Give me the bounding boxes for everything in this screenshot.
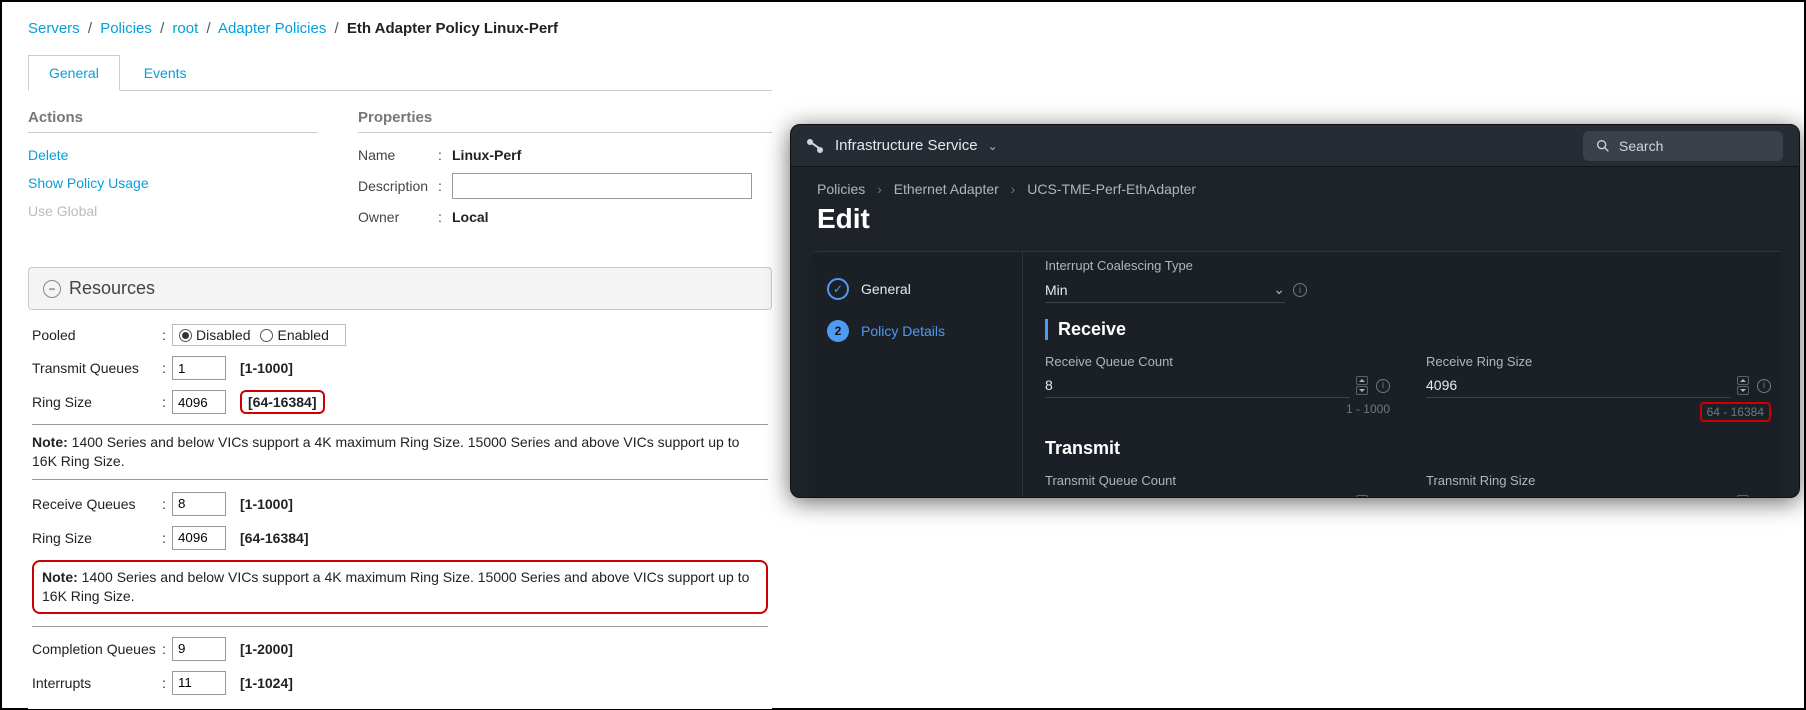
ict-select[interactable]: Min ⌄: [1045, 277, 1285, 303]
tab-events[interactable]: Events: [124, 56, 207, 90]
breadcrumb-link-root[interactable]: root: [172, 20, 198, 37]
nav-step-general[interactable]: General: [809, 268, 1022, 310]
delete-action[interactable]: Delete: [28, 147, 318, 163]
tx-ring-note: Note: 1400 Series and below VICs support…: [32, 424, 768, 480]
rp-breadcrumb: Policies › Ethernet Adapter › UCS-TME-Pe…: [791, 167, 1799, 197]
breadcrumb-link-policies[interactable]: Policies: [100, 20, 152, 37]
rrs-input[interactable]: 4096: [1426, 373, 1731, 398]
breadcrumb-link-servers[interactable]: Servers: [28, 20, 80, 37]
completion-queues-label: Completion Queues: [32, 641, 162, 657]
step-number-badge: 2: [827, 320, 849, 342]
transmit-heading: Transmit: [1045, 438, 1771, 459]
receive-queues-range: [1-1000]: [240, 496, 293, 512]
search-input[interactable]: Search: [1583, 131, 1783, 161]
tab-general[interactable]: General: [28, 55, 120, 91]
pooled-label: Pooled: [32, 327, 162, 343]
properties-heading: Properties: [358, 109, 772, 133]
rx-ring-size-input[interactable]: [172, 526, 226, 550]
tqc-stepper[interactable]: [1356, 495, 1368, 498]
search-icon: [1595, 138, 1611, 154]
transmit-queues-label: Transmit Queues: [32, 360, 162, 376]
collapse-icon[interactable]: −: [43, 280, 61, 298]
page-title: Edit: [791, 197, 1799, 251]
tx-ring-size-input[interactable]: [172, 390, 226, 414]
chevron-down-icon[interactable]: ⌄: [988, 139, 998, 153]
description-label: Description: [358, 178, 438, 194]
rqc-input[interactable]: 8: [1045, 373, 1350, 398]
use-global-action: Use Global: [28, 203, 318, 219]
rrs-label: Receive Ring Size: [1426, 354, 1771, 369]
interrupts-label: Interrupts: [32, 675, 162, 691]
search-placeholder: Search: [1619, 138, 1663, 154]
trs-input[interactable]: 4096: [1426, 492, 1731, 498]
tqc-input[interactable]: 4: [1045, 492, 1350, 498]
intersight-panel: Infrastructure Service ⌄ Search Policies…: [790, 124, 1800, 498]
tx-ring-size-range: [64-16384]: [240, 390, 325, 414]
rx-ring-note: Note: 1400 Series and below VICs support…: [32, 560, 768, 614]
breadcrumb-current: Eth Adapter Policy Linux-Perf: [347, 20, 558, 37]
receive-queues-input[interactable]: [172, 492, 226, 516]
completion-queues-range: [1-2000]: [240, 641, 293, 657]
rp-bc-current: UCS-TME-Perf-EthAdapter: [1027, 181, 1196, 197]
show-policy-usage-action[interactable]: Show Policy Usage: [28, 175, 318, 191]
info-icon[interactable]: i: [1376, 498, 1390, 499]
completion-queues-input[interactable]: [172, 637, 226, 661]
breadcrumb: Servers / Policies / root / Adapter Poli…: [28, 20, 772, 37]
actions-heading: Actions: [28, 109, 318, 133]
interrupts-range: [1-1024]: [240, 675, 293, 691]
rx-ring-size-range: [64-16384]: [240, 530, 309, 546]
info-icon[interactable]: i: [1757, 379, 1771, 393]
info-icon[interactable]: i: [1376, 379, 1390, 393]
check-icon: [827, 278, 849, 300]
rp-bc-policies[interactable]: Policies: [817, 181, 865, 197]
description-input[interactable]: [452, 173, 752, 199]
receive-queues-label: Receive Queues: [32, 496, 162, 512]
transmit-queues-range: [1-1000]: [240, 360, 293, 376]
rp-bc-ethernet-adapter[interactable]: Ethernet Adapter: [894, 181, 999, 197]
owner-value: Local: [452, 209, 489, 225]
chevron-down-icon: ⌄: [1273, 281, 1285, 298]
interrupts-input[interactable]: [172, 671, 226, 695]
ict-label: Interrupt Coalescing Type: [1045, 258, 1771, 273]
info-icon[interactable]: i: [1293, 283, 1307, 297]
rx-ring-size-label: Ring Size: [32, 530, 162, 546]
service-title[interactable]: Infrastructure Service: [835, 137, 978, 154]
pooled-enabled-radio[interactable]: Enabled: [260, 327, 328, 343]
tqc-label: Transmit Queue Count: [1045, 473, 1390, 488]
resources-heading: Resources: [69, 278, 155, 299]
name-label: Name: [358, 147, 438, 163]
owner-label: Owner: [358, 209, 438, 225]
rqc-range: 1 - 1000: [1346, 402, 1390, 416]
trs-label: Transmit Ring Size: [1426, 473, 1771, 488]
nav-step-policy-details[interactable]: 2 Policy Details: [809, 310, 1022, 352]
trs-stepper[interactable]: [1737, 495, 1749, 498]
pooled-disabled-radio[interactable]: Disabled: [179, 327, 250, 343]
name-value: Linux-Perf: [452, 147, 521, 163]
pooled-radio-group: Disabled Enabled: [172, 324, 346, 346]
rrs-stepper[interactable]: [1737, 376, 1749, 395]
tx-ring-size-label: Ring Size: [32, 394, 162, 410]
rrs-range: 64 - 16384: [1700, 402, 1771, 422]
breadcrumb-link-adapter-policies[interactable]: Adapter Policies: [218, 20, 326, 37]
rqc-stepper[interactable]: [1356, 376, 1368, 395]
rqc-label: Receive Queue Count: [1045, 354, 1390, 369]
tab-bar: General Events: [28, 55, 772, 91]
info-icon[interactable]: i: [1757, 498, 1771, 499]
service-icon: [807, 137, 825, 155]
transmit-queues-input[interactable]: [172, 356, 226, 380]
receive-heading: Receive: [1045, 319, 1771, 340]
